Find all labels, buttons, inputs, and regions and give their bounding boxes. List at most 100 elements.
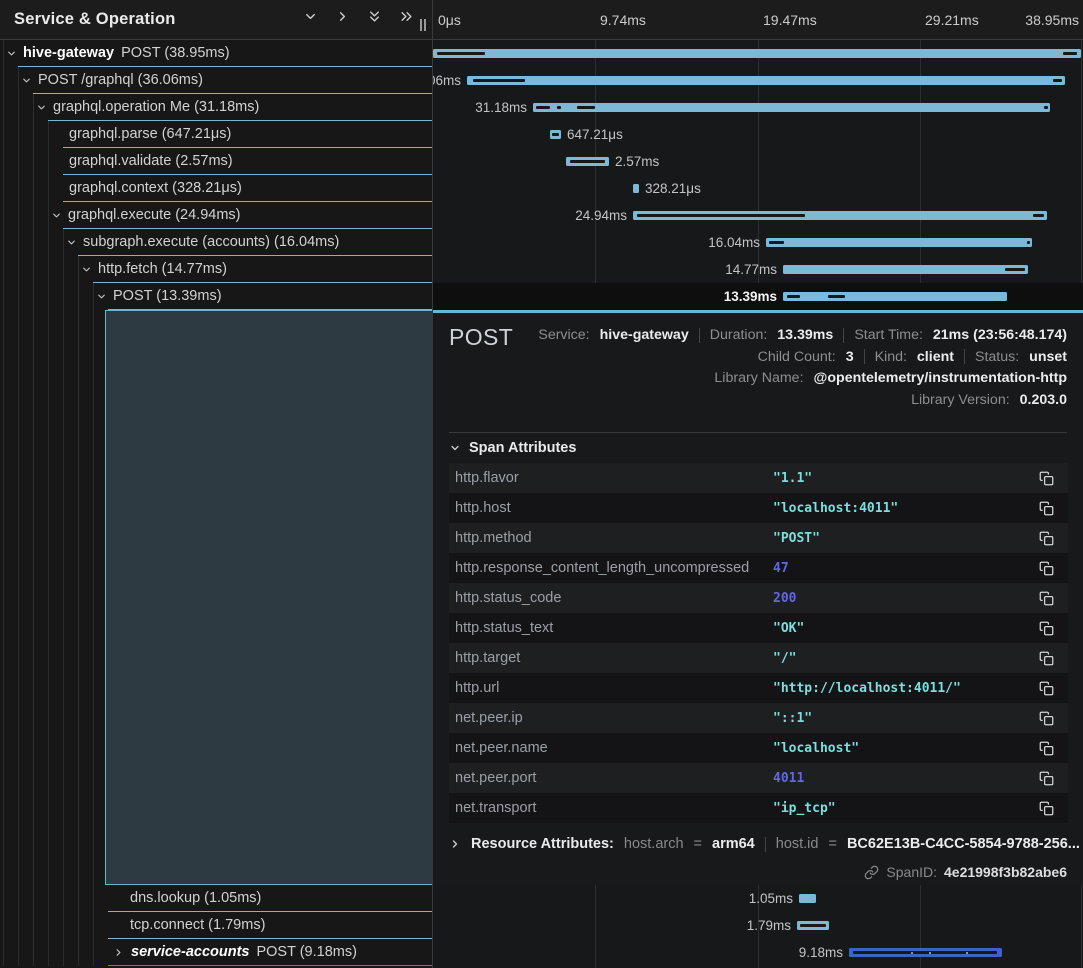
span-bar[interactable] (467, 76, 1065, 85)
span-bar[interactable] (799, 894, 816, 903)
chevron-down-icon[interactable] (51, 210, 62, 221)
tree-row-graphql-operation[interactable]: graphql.operation Me (31.18ms) (0, 94, 432, 121)
span-tree: hive-gatewayPOST (38.95ms) POST /graphql… (0, 40, 432, 310)
attribute-row: net.peer.ip"::1" (449, 703, 1068, 733)
tree-row-http-fetch[interactable]: http.fetch (14.77ms) (0, 256, 432, 283)
span-bar[interactable] (550, 130, 561, 139)
tree-row-graphql-validate[interactable]: graphql.validate (2.57ms) (0, 148, 432, 175)
copy-icon[interactable] (1038, 710, 1055, 727)
resource-key: host.id (776, 836, 819, 852)
collapse-all-icon[interactable] (367, 9, 382, 24)
child-count-value: 3 (846, 348, 854, 366)
collapse-one-icon[interactable] (303, 9, 318, 24)
chevron-down-icon[interactable] (81, 264, 92, 275)
resource-attributes-toggle[interactable]: Resource Attributes: host.arch = arm64 h… (449, 836, 1080, 852)
attribute-key: http.target (455, 650, 773, 666)
copy-icon[interactable] (1038, 590, 1055, 607)
copy-icon[interactable] (1038, 680, 1055, 697)
copy-icon[interactable] (1038, 560, 1055, 577)
attribute-value: "OK" (773, 621, 1038, 636)
attribute-key: net.peer.name (455, 740, 773, 756)
equals-sign: = (828, 836, 836, 852)
attribute-row: http.flavor"1.1" (449, 463, 1068, 493)
expand-all-icon[interactable] (399, 9, 414, 24)
span-bar[interactable] (797, 921, 829, 930)
span-bar[interactable] (633, 211, 1047, 220)
attribute-key: http.flavor (455, 470, 773, 486)
tree-row-dns-lookup[interactable]: dns.lookup (1.05ms) (0, 885, 432, 912)
copy-icon[interactable] (1038, 650, 1055, 667)
span-bar[interactable] (849, 948, 1002, 957)
span-bar[interactable] (566, 157, 609, 166)
tree-row-service-accounts-post[interactable]: service-accountsPOST (9.18ms) (0, 939, 432, 966)
tree-header-title: Service & Operation (14, 10, 176, 29)
span-bar[interactable] (533, 103, 1050, 112)
chevron-right-icon (449, 838, 461, 850)
equals-sign: = (694, 836, 702, 852)
attribute-key: http.status_code (455, 590, 773, 606)
attribute-row: http.target"/" (449, 643, 1068, 673)
copy-icon[interactable] (1038, 530, 1055, 547)
attribute-value: "localhost:4011" (773, 501, 1038, 516)
attribute-key: net.transport (455, 800, 773, 816)
timeline-panel: 0μs 9.74ms 19.47ms 29.21ms 38.95ms 36.06… (433, 0, 1083, 968)
service-label: Service: (538, 326, 589, 344)
attribute-value: 4011 (773, 771, 1038, 786)
tick-label: 19.47ms (763, 0, 817, 40)
tree-header: Service & Operation (0, 0, 432, 40)
duration-label: 16.04ms (708, 229, 760, 256)
expand-one-icon[interactable] (335, 9, 350, 24)
tick-label: 38.95ms (1025, 0, 1079, 40)
span-bar[interactable] (633, 184, 639, 193)
library-name-label: Library Name: (714, 369, 803, 387)
copy-icon[interactable] (1038, 620, 1055, 637)
chevron-right-icon[interactable] (113, 947, 124, 958)
span-attributes-title: Span Attributes (469, 440, 576, 456)
tree-row-graphql-execute[interactable]: graphql.execute (24.94ms) (0, 202, 432, 229)
chevron-down-icon[interactable] (21, 75, 32, 86)
attribute-value: "1.1" (773, 471, 1038, 486)
timeline-row: 24.94ms (433, 202, 1083, 229)
duration-label: 13.39ms (724, 283, 777, 310)
span-bar[interactable] (766, 238, 1032, 247)
copy-icon[interactable] (1038, 740, 1055, 757)
span-bar[interactable] (433, 49, 1081, 58)
duration-label: 14.77ms (725, 256, 777, 283)
span-label: graphql.context (328.21μs) (69, 180, 242, 196)
attribute-row: http.status_text"OK" (449, 613, 1068, 643)
span-label: graphql.validate (2.57ms) (69, 153, 233, 169)
chevron-down-icon[interactable] (66, 237, 77, 248)
tree-row-post-selected[interactable]: POST (13.39ms) (0, 283, 432, 310)
duration-label: 1.79ms (747, 912, 791, 939)
tree-row-post-graphql[interactable]: POST /graphql (36.06ms) (0, 67, 432, 94)
chevron-down-icon[interactable] (96, 291, 107, 302)
span-bar[interactable] (783, 265, 1028, 274)
start-time-value: 21ms (23:56:48.174) (933, 326, 1067, 344)
copy-icon[interactable] (1038, 500, 1055, 517)
span-label: dns.lookup (1.05ms) (130, 890, 261, 906)
service-value: hive-gateway (600, 326, 689, 344)
resource-attributes-label: Resource Attributes: (471, 836, 614, 852)
attribute-value: "localhost" (773, 741, 1038, 756)
resource-value: arm64 (712, 836, 755, 852)
chevron-down-icon[interactable] (36, 102, 47, 113)
panel-resize-handle[interactable] (420, 19, 426, 31)
timeline-row (433, 40, 1083, 67)
tree-row-graphql-context[interactable]: graphql.context (328.21μs) (0, 175, 432, 202)
copy-icon[interactable] (1038, 770, 1055, 787)
span-bar[interactable] (783, 292, 1007, 301)
timeline-row: 16.04ms (433, 229, 1083, 256)
span-attributes-toggle[interactable]: Span Attributes (449, 440, 576, 456)
tree-row-subgraph-execute[interactable]: subgraph.execute (accounts) (16.04ms) (0, 229, 432, 256)
link-icon[interactable] (864, 865, 879, 880)
copy-icon[interactable] (1038, 470, 1055, 487)
tree-row-graphql-parse[interactable]: graphql.parse (647.21μs) (0, 121, 432, 148)
attribute-row: http.host"localhost:4011" (449, 493, 1068, 523)
chevron-down-icon[interactable] (6, 48, 17, 59)
status-label: Status: (975, 348, 1019, 366)
tree-row-tcp-connect[interactable]: tcp.connect (1.79ms) (0, 912, 432, 939)
attribute-key: net.peer.ip (455, 710, 773, 726)
attribute-row: http.method"POST" (449, 523, 1068, 553)
copy-icon[interactable] (1038, 800, 1055, 817)
tree-row-hive-gateway-post[interactable]: hive-gatewayPOST (38.95ms) (0, 40, 432, 67)
